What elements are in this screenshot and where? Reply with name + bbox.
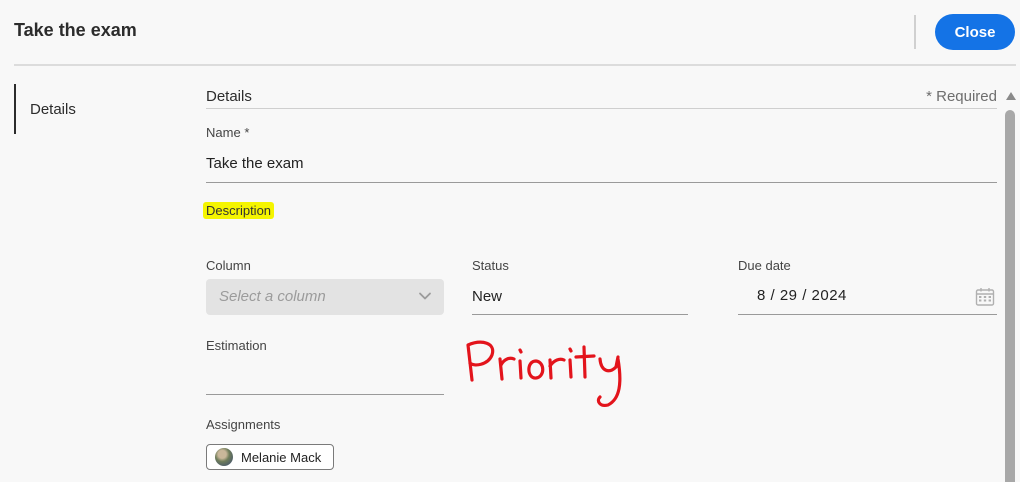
column-placeholder: Select a column [219,288,326,305]
name-label: Name * [206,125,249,140]
name-field[interactable]: Take the exam [206,155,304,172]
column-select[interactable]: Select a column [206,279,444,315]
required-note: * Required [926,88,997,105]
due-date-field[interactable]: 8 / 29 / 2024 [757,287,847,304]
status-label: Status [472,258,509,273]
chevron-down-icon [418,289,432,308]
status-field-underline [472,314,688,315]
name-field-underline [206,182,997,183]
section-divider [206,108,997,109]
scrollbar-thumb[interactable] [1005,110,1015,482]
name-label-text: Name [206,125,241,140]
due-date-label: Due date [738,258,791,273]
nav-item-details[interactable]: Details [14,84,174,134]
avatar [215,448,233,466]
assignments-label: Assignments [206,417,281,432]
section-title: Details [206,88,252,105]
assignee-chip[interactable]: Melanie Mack [206,444,335,470]
estimation-field[interactable] [206,360,444,394]
page-title: Take the exam [14,20,137,40]
calendar-icon[interactable] [975,287,995,312]
side-nav: Details [14,84,174,134]
scroll-up-icon[interactable] [1005,88,1017,106]
handwritten-annotation [466,340,622,407]
estimation-label: Estimation [206,338,267,353]
column-label: Column [206,258,251,273]
nav-item-label: Details [30,101,76,118]
required-mark: * [244,125,250,140]
status-field[interactable]: New [472,288,502,305]
due-date-underline [738,314,997,315]
estimation-underline [206,394,444,395]
details-form: Details * Required Name * Take the exam … [203,0,997,482]
active-indicator [14,84,16,134]
assignee-name: Melanie Mack [241,449,322,465]
description-label: Description [203,202,275,219]
